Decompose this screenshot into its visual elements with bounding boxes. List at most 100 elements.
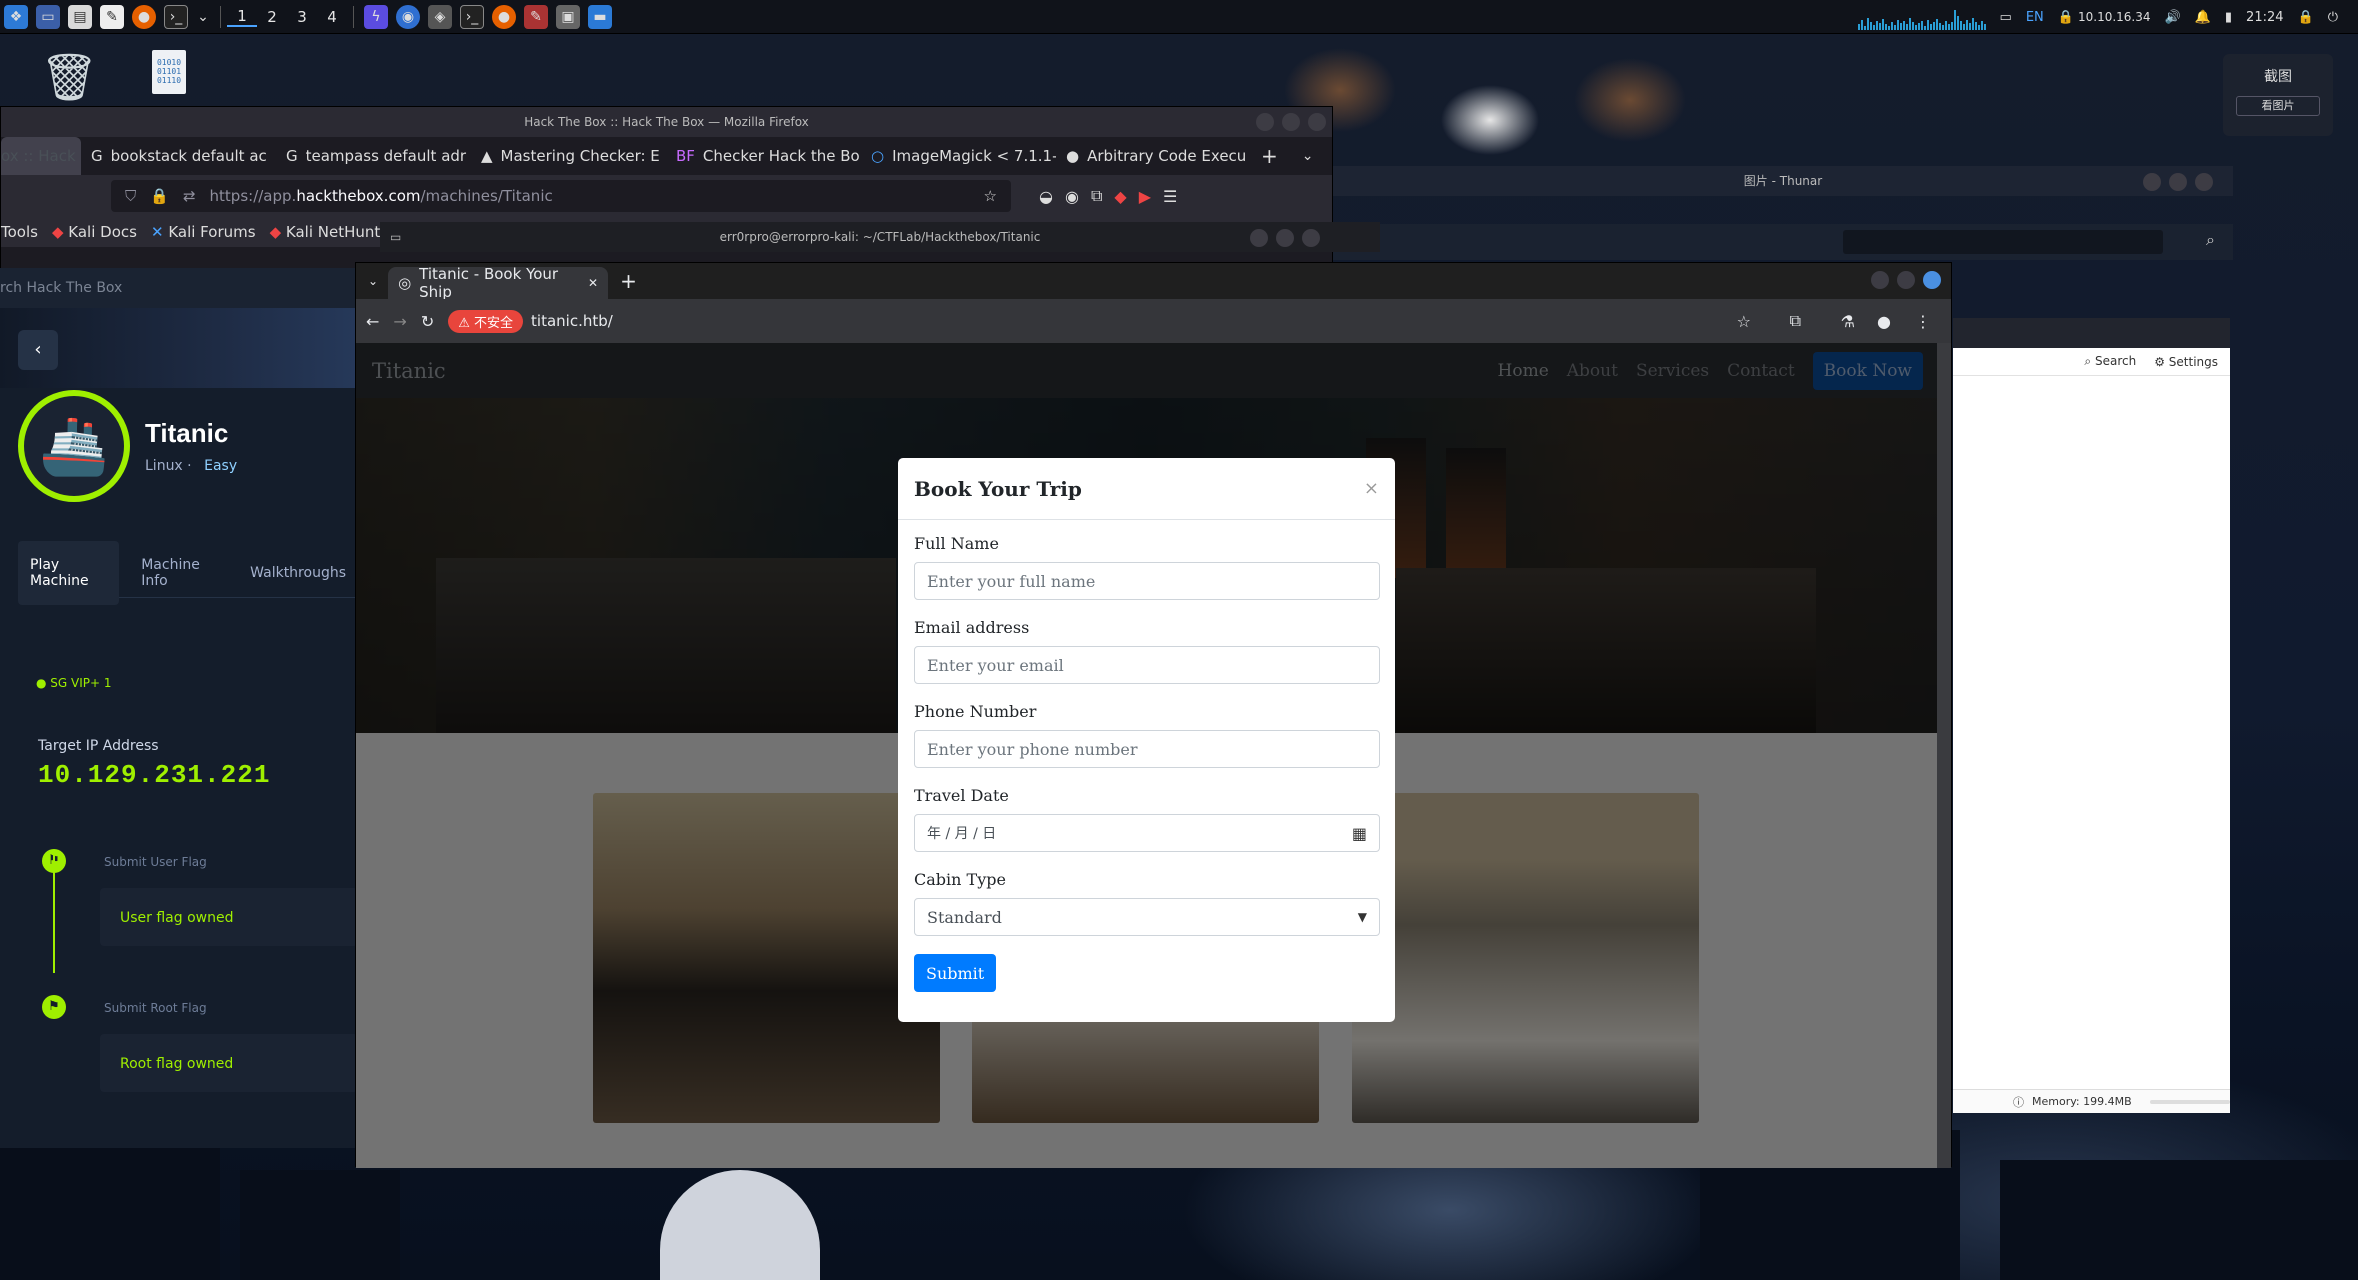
terminal-icon[interactable]: ›_ (460, 4, 484, 29)
tab-titanic[interactable]: ◎ Titanic - Book Your Ship ✕ (388, 265, 609, 301)
language-indicator[interactable]: EN (2026, 10, 2044, 25)
close-icon[interactable]: ✕ (588, 276, 598, 290)
chrome-icon[interactable]: ◉ (396, 4, 420, 29)
bookmark-tools[interactable]: Tools (1, 223, 38, 241)
firefox-navbar: ⛉ 🔒 ⇄ https://app.hackthebox.com/machine… (1, 175, 1332, 217)
phone-field[interactable] (914, 730, 1380, 768)
close-button[interactable] (1308, 113, 1326, 131)
youtube-icon[interactable]: ▶ (1139, 187, 1151, 206)
root-flag-status: Root flag owned (100, 1034, 358, 1092)
submit-button[interactable]: Submit (914, 954, 997, 992)
menu-icon[interactable]: ☰ (1163, 187, 1177, 206)
minimize-button[interactable] (1871, 271, 1889, 289)
tab-search-icon[interactable]: ⌄ (368, 274, 378, 288)
cabin-type-select[interactable]: Standard ▼ (914, 898, 1380, 936)
htb-search-input[interactable]: rch Hack The Box (0, 268, 360, 308)
calendar-icon[interactable]: ▦ (1352, 824, 1367, 843)
view-image-button[interactable]: 看图片 (2236, 96, 2320, 116)
pocket-icon[interactable]: ◒ (1039, 187, 1053, 206)
trash-icon[interactable]: 🗑 (40, 50, 98, 105)
tab-list-icon[interactable]: ⌄ (1302, 148, 1314, 164)
tab-machine-info[interactable]: Machine Info (129, 541, 228, 605)
maximize-button[interactable] (1897, 271, 1915, 289)
chrome-tab-strip: ⌄ ◎ Titanic - Book Your Ship ✕ + (356, 263, 1951, 301)
lock-icon[interactable]: 🔒 (150, 187, 169, 205)
firefox-icon[interactable]: ● (132, 4, 156, 29)
tab-bookstack[interactable]: Gbookstack default ac✕ (81, 137, 276, 175)
bookmark-kali-forums[interactable]: ✕ Kali Forums (151, 223, 256, 241)
email-field[interactable] (914, 646, 1380, 684)
target-ip[interactable]: 10.129.231.221 (38, 760, 270, 790)
lock-icon[interactable]: 🔒 (2298, 10, 2314, 25)
battery-icon[interactable]: ▮ (2225, 10, 2232, 25)
settings-button[interactable]: ⚙ Settings (2154, 355, 2218, 369)
window-controls (2135, 172, 2213, 202)
bookmark-kali-docs[interactable]: ◆ Kali Docs (52, 223, 137, 241)
file-manager-icon[interactable]: ▤ (68, 4, 92, 29)
tab-teampass[interactable]: Gteampass default adr✕ (276, 137, 471, 175)
city-building (2000, 1160, 2358, 1280)
permissions-icon[interactable]: ⇄ (183, 187, 196, 205)
monitor-icon[interactable]: ▭ (2000, 10, 2012, 25)
text-editor-icon[interactable]: ✎ (100, 4, 124, 29)
volume-icon[interactable]: 🔊 (2165, 10, 2181, 25)
tab-play-machine[interactable]: Play Machine (18, 540, 120, 605)
labs-icon[interactable]: ⚗ (1841, 312, 1855, 331)
workspace-2[interactable]: 2 (257, 8, 287, 26)
terminal-icon: ▭ (390, 230, 402, 244)
extensions-icon[interactable]: ⧉ (1790, 311, 1801, 331)
terminal-icon[interactable]: ›_ (164, 4, 188, 29)
profile-icon[interactable]: ● (1877, 312, 1891, 331)
full-name-field[interactable] (914, 562, 1380, 600)
menu-icon[interactable]: ⋮ (1915, 312, 1931, 331)
notification-bell-icon[interactable]: 🔔 (2195, 10, 2211, 25)
new-tab-icon[interactable]: + (1261, 144, 1278, 168)
close-button[interactable] (1923, 271, 1941, 289)
reload-icon[interactable]: ↻ (421, 312, 434, 331)
page-scrollbar[interactable] (1937, 343, 1951, 1168)
tab-imagemagick[interactable]: ○ImageMagick < 7.1.1-✕ (861, 137, 1056, 175)
new-tab-icon[interactable]: + (620, 269, 637, 293)
account-icon[interactable]: ◉ (1065, 187, 1079, 206)
search-button[interactable]: ⌕ Search (2084, 354, 2136, 369)
chevron-down-icon[interactable]: ⌄ (196, 5, 210, 29)
power-icon[interactable]: ⏻ (2328, 10, 2338, 25)
chrome-url[interactable]: titanic.htb/ (531, 312, 613, 330)
image-viewer-icon[interactable]: ▣ (556, 4, 580, 29)
insecure-badge[interactable]: ⚠ 不安全 (448, 309, 524, 333)
extensions-icon[interactable]: ⧉ (1091, 186, 1102, 206)
workspace-3[interactable]: 3 (287, 8, 317, 26)
firefox-icon[interactable]: ● (492, 4, 516, 29)
search-icon[interactable]: ⌕ (2206, 230, 2215, 250)
editor-icon[interactable]: ✎ (524, 4, 548, 29)
tab-hackthebox[interactable]: ox :: Hack✕ (1, 137, 81, 175)
tab-walkthroughs[interactable]: Walkthroughs (238, 549, 358, 597)
shield-icon[interactable]: ⛉ (125, 187, 136, 205)
star-icon[interactable]: ☆ (1737, 312, 1751, 331)
app-icon[interactable]: ◈ (428, 4, 452, 29)
tab-checker[interactable]: BFChecker Hack the Bo✕ (666, 137, 861, 175)
binary-file-icon[interactable]: 01010 01101 01110 (152, 50, 186, 94)
close-icon[interactable]: × (1364, 478, 1379, 499)
thunar-path-bar[interactable] (1843, 230, 2163, 254)
travel-date-field[interactable]: 年 / 月 / 日 ▦ (914, 814, 1380, 852)
show-desktop-icon[interactable]: ▭ (36, 4, 60, 29)
kali-menu-icon[interactable]: ❖ (4, 4, 28, 29)
star-icon[interactable]: ☆ (984, 187, 997, 205)
workspace-1[interactable]: 1 (227, 7, 257, 27)
clock[interactable]: 21:24 (2246, 10, 2283, 25)
ublock-icon[interactable]: ◆ (1114, 187, 1126, 206)
burpsuite-icon[interactable]: ϟ (364, 4, 388, 29)
bookmark-kali-nethunter[interactable]: ◆ Kali NetHunter (270, 223, 396, 241)
workspace-4[interactable]: 4 (317, 8, 347, 26)
tab-mastering-checker[interactable]: ▲Mastering Checker: E✕ (471, 137, 666, 175)
wallpaper-character (660, 1170, 820, 1280)
url-bar[interactable]: ⛉ 🔒 ⇄ https://app.hackthebox.com/machine… (111, 180, 1011, 212)
back-button[interactable]: ‹ (18, 330, 58, 370)
tab-arbitrary-code[interactable]: ●Arbitrary Code Execu✕ (1056, 137, 1251, 175)
back-icon[interactable]: ← (366, 312, 379, 331)
maximize-button[interactable] (1282, 113, 1300, 131)
folder-icon[interactable]: ▬ (588, 4, 612, 29)
minimize-button[interactable] (1256, 113, 1274, 131)
forward-icon[interactable]: → (393, 312, 406, 331)
